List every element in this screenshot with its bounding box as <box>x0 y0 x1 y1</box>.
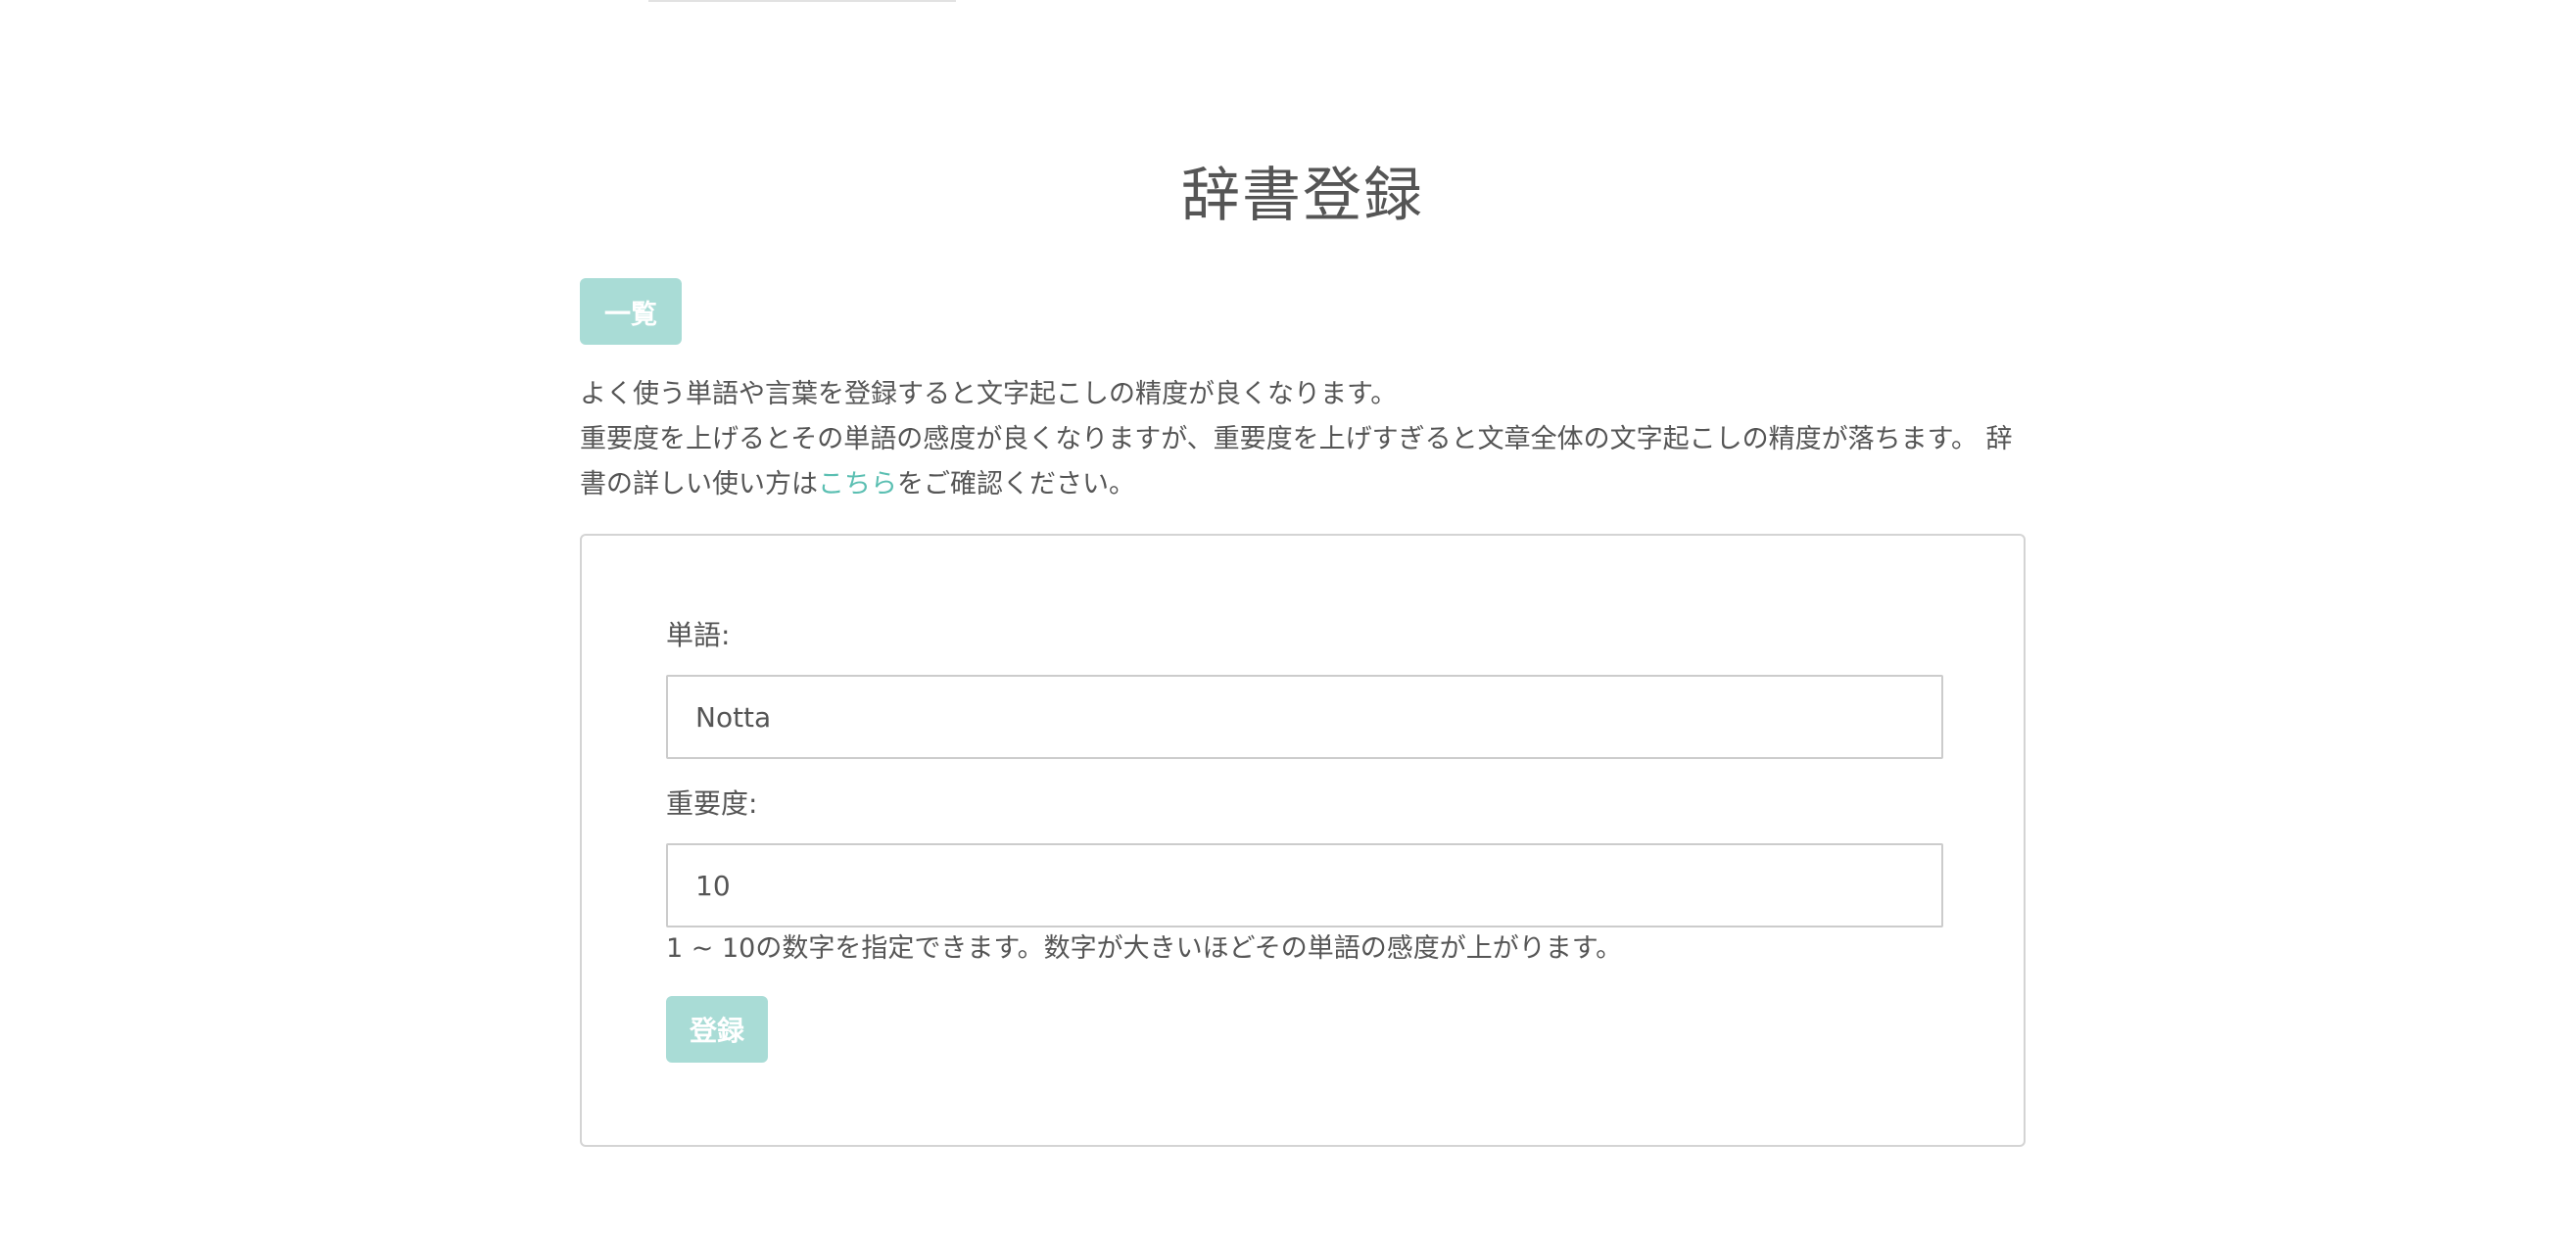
word-input[interactable] <box>666 675 1943 759</box>
register-button[interactable]: 登録 <box>666 996 768 1063</box>
dictionary-form: 単語: 重要度: 1 ~ 10の数字を指定できます。数字が大きいほどその単語の感… <box>580 534 2026 1147</box>
importance-hint: 1 ~ 10の数字を指定できます。数字が大きいほどその単語の感度が上がります。 <box>666 933 1623 964</box>
description-text-before-link: 重要度を上げるとその単語の感度が良くなりますが、重要度を上げすぎると文章全体の文… <box>580 424 2013 499</box>
page-title: 辞書登録 <box>1181 162 1424 230</box>
description: よく使う単語や言葉を登録すると文字起こしの精度が良くなります。 重要度を上げると… <box>580 372 2026 507</box>
description-text-after-link: をご確認ください。 <box>897 469 1135 499</box>
top-divider <box>648 0 956 2</box>
word-label: 単語: <box>666 619 731 651</box>
help-link[interactable]: こちら <box>818 469 897 499</box>
importance-input[interactable] <box>666 843 1943 927</box>
description-line-2: 重要度を上げるとその単語の感度が良くなりますが、重要度を上げすぎると文章全体の文… <box>580 417 2026 507</box>
list-button[interactable]: 一覧 <box>580 278 682 345</box>
importance-label: 重要度: <box>666 787 758 820</box>
description-line-1: よく使う単語や言葉を登録すると文字起こしの精度が良くなります。 <box>580 379 1398 409</box>
